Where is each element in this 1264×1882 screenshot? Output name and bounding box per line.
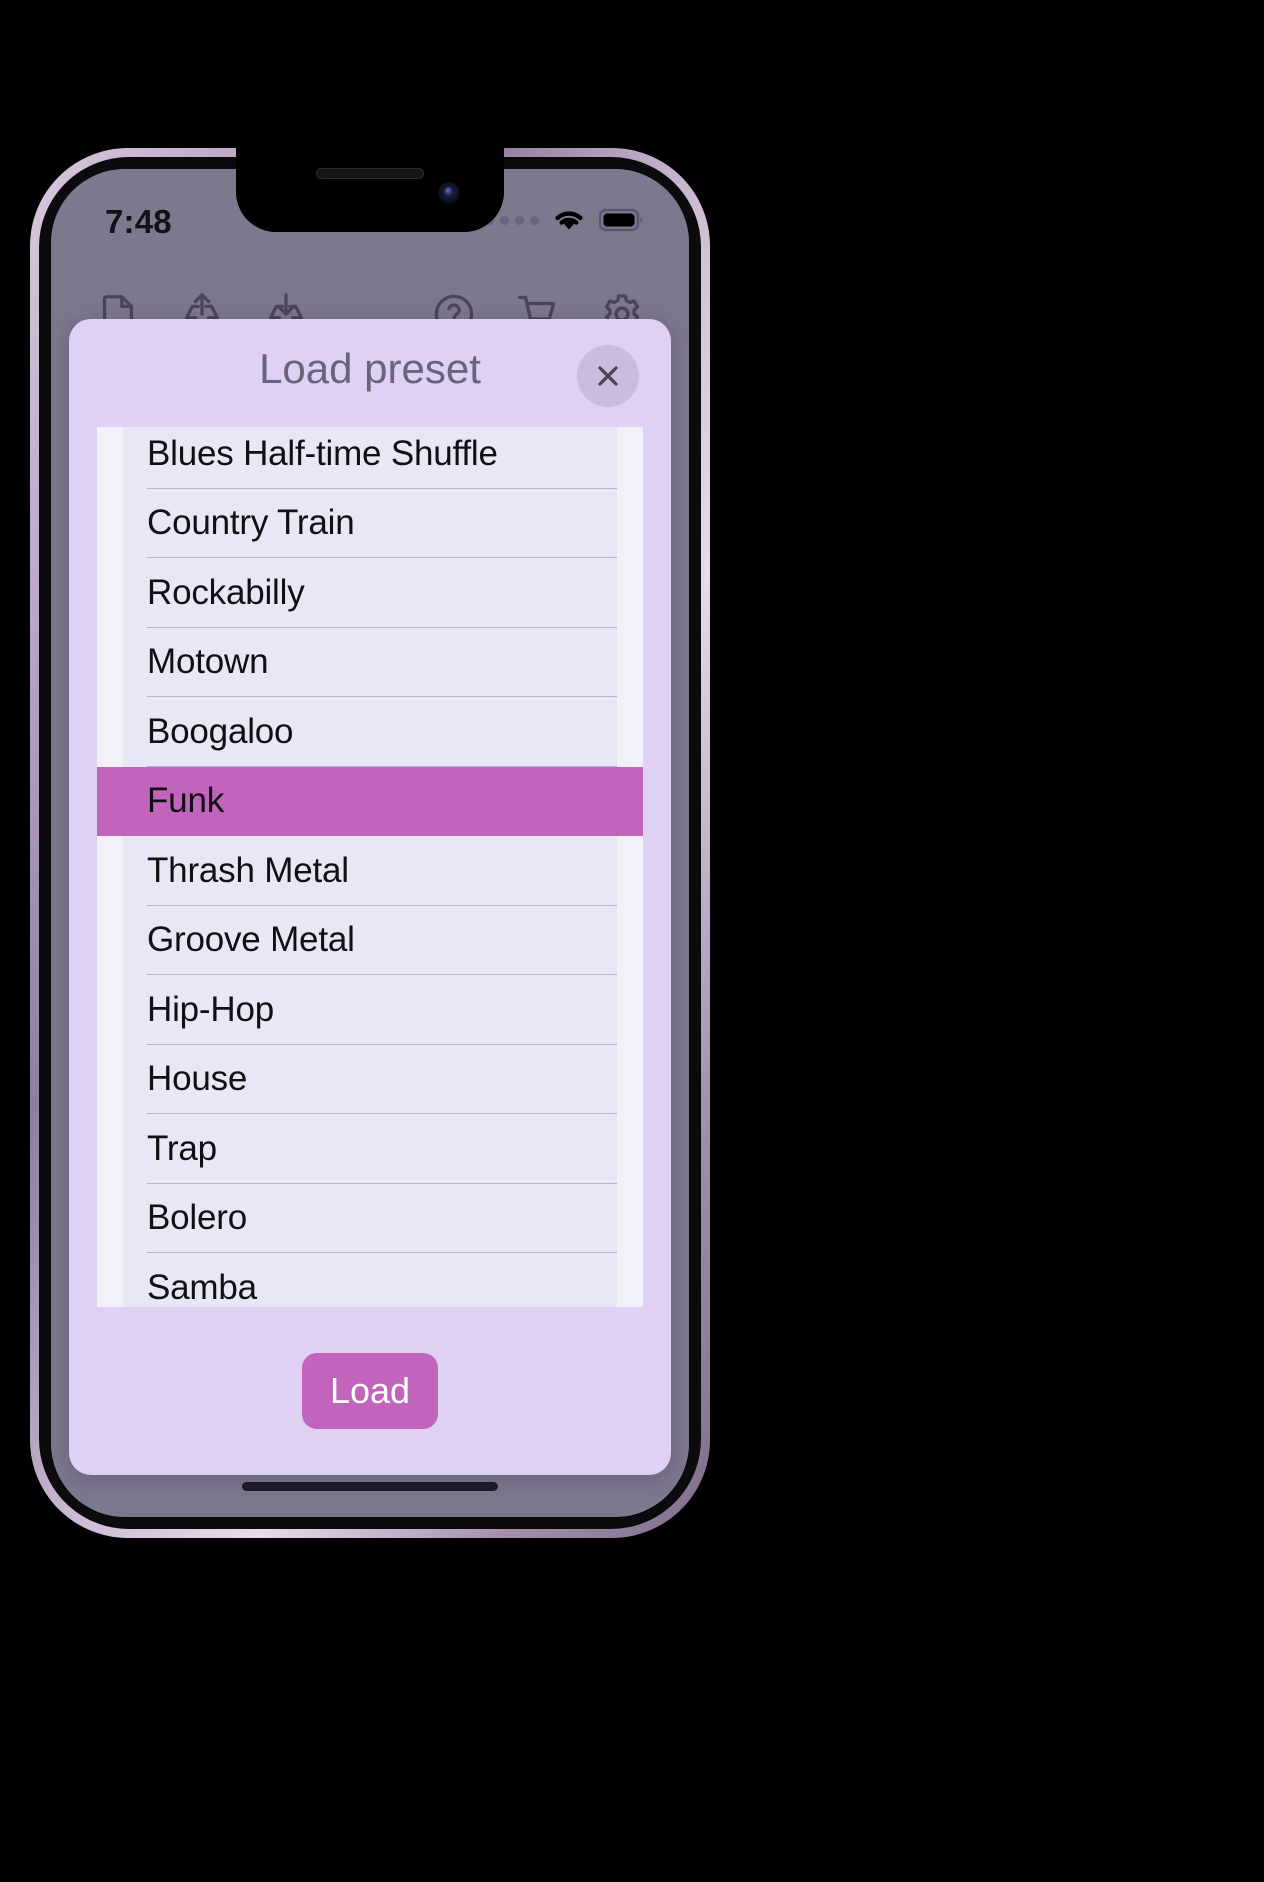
preset-row[interactable]: Samba — [123, 1253, 617, 1307]
phone-device-frame: 7:48 Load preset Blues Half-time Shuffle… — [30, 148, 710, 1538]
preset-label: Blues Half-time Shuffle — [147, 433, 498, 473]
front-camera-icon — [438, 182, 460, 204]
preset-label: Thrash Metal — [147, 850, 349, 890]
preset-row[interactable]: Motown — [123, 627, 617, 697]
preset-row[interactable]: Boogaloo — [123, 697, 617, 767]
preset-label: Rockabilly — [147, 572, 305, 612]
close-button[interactable] — [577, 345, 639, 407]
preset-label: Country Train — [147, 503, 355, 543]
preset-label: Motown — [147, 642, 269, 682]
preset-label: Samba — [147, 1267, 257, 1307]
preset-row[interactable]: Hip-Hop — [123, 975, 617, 1045]
preset-list[interactable]: Blues Half-time Shuffle Country Train Rock… — [97, 427, 643, 1307]
preset-label: Boogaloo — [147, 711, 294, 751]
preset-row[interactable]: Bolero — [123, 1183, 617, 1253]
preset-list-inner: Blues Half-time Shuffle Country Train Rock… — [97, 427, 643, 1307]
phone-screen: 7:48 Load preset Blues Half-time Shuffle… — [51, 169, 689, 1517]
close-icon — [598, 366, 618, 386]
preset-label: Funk — [147, 781, 225, 821]
preset-row[interactable]: Thrash Metal — [123, 836, 617, 906]
preset-label: Hip-Hop — [147, 989, 274, 1029]
preset-label: Bolero — [147, 1198, 247, 1238]
earpiece-speaker — [316, 168, 424, 179]
preset-label: Trap — [147, 1128, 217, 1168]
preset-row[interactable]: House — [123, 1044, 617, 1114]
dialog-footer: Load — [69, 1307, 671, 1475]
preset-row[interactable]: Groove Metal — [123, 905, 617, 975]
load-button[interactable]: Load — [301, 1353, 439, 1429]
load-preset-dialog: Load preset Blues Half-time Shuffle Count… — [69, 319, 671, 1475]
preset-label: House — [147, 1059, 248, 1099]
preset-row[interactable]: Country Train — [123, 488, 617, 558]
preset-row[interactable]: Trap — [123, 1114, 617, 1184]
preset-row[interactable]: Blues Half-time Shuffle — [123, 427, 617, 489]
preset-row[interactable]: Rockabilly — [123, 558, 617, 628]
preset-label: Groove Metal — [147, 920, 355, 960]
dialog-header: Load preset — [69, 319, 671, 423]
screenshot-root: 7:48 Load preset Blues Half-time Shuffle… — [0, 0, 1264, 1882]
preset-row[interactable]: Funk — [97, 766, 643, 836]
device-notch — [236, 148, 504, 232]
